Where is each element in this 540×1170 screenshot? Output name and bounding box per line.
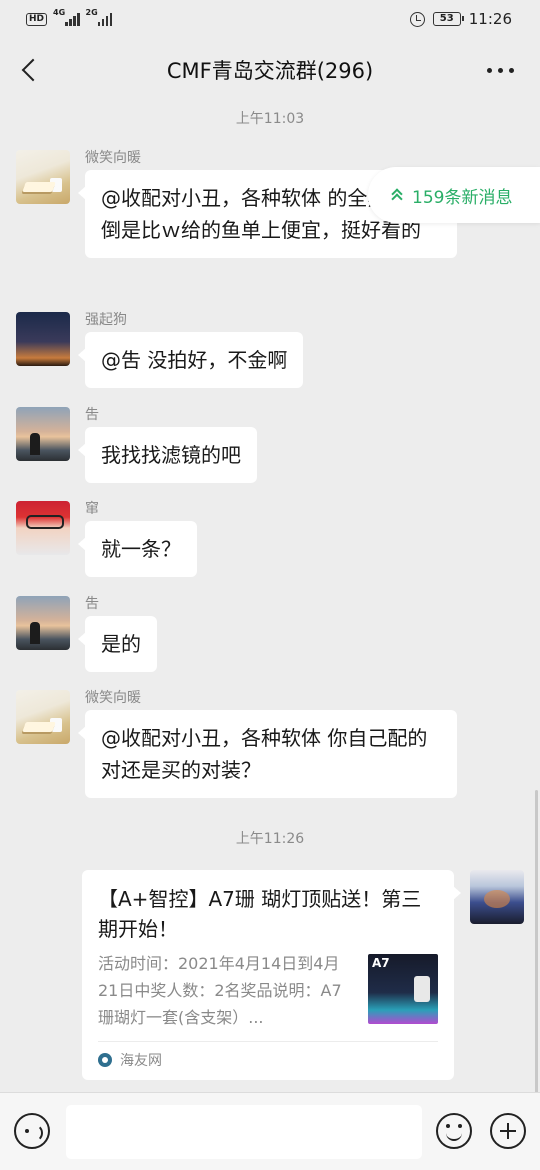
signal-2g-icon: 2G — [86, 8, 113, 26]
battery-icon: 53 — [432, 12, 464, 26]
timestamp: 上午11:03 — [235, 111, 305, 127]
link-card-thumbnail: A7 — [368, 954, 438, 1024]
alarm-icon — [409, 11, 425, 27]
chat-title: CMF青岛交流群(296) — [166, 59, 374, 83]
signal-4g-icon: 4G — [53, 8, 80, 26]
avatar[interactable] — [16, 690, 70, 744]
status-bar: HD 4G 2G 53 11:26 — [0, 0, 540, 38]
scrollbar[interactable] — [535, 790, 538, 1092]
timestamp: 上午11:26 — [235, 831, 305, 847]
message-item-self: 【A+智控】A7珊 瑚灯顶贴送！第三期开始！ 活动时间：2021年4月14日到4… — [82, 870, 524, 1080]
link-card[interactable]: 【A+智控】A7珊 瑚灯顶贴送！第三期开始！ 活动时间：2021年4月14日到4… — [82, 870, 461, 1080]
avatar[interactable] — [16, 312, 70, 366]
emoji-icon[interactable] — [436, 1113, 472, 1149]
source-name: 海友网 — [120, 1053, 162, 1069]
voice-input-icon[interactable] — [14, 1113, 50, 1149]
sender-name: 强起狗 — [85, 312, 127, 328]
message-item: 强起狗 @吿 没拍好，不金啊 — [16, 312, 304, 388]
sender-name: 微笑向暖 — [85, 690, 141, 706]
thumbnail-label: A7 — [372, 956, 390, 970]
sender-name: 吿 — [85, 407, 99, 423]
back-arrow-icon[interactable] — [16, 56, 44, 84]
sender-name: 吿 — [85, 596, 99, 612]
message-input[interactable] — [66, 1105, 422, 1159]
double-chevron-up-icon — [392, 188, 402, 202]
message-bubble[interactable]: 就一条？ — [78, 521, 197, 577]
link-card-title: 【A+智控】A7珊 瑚灯顶贴送！第三期开始！ — [98, 887, 422, 941]
avatar[interactable] — [16, 407, 70, 461]
avatar[interactable] — [16, 150, 70, 204]
chat-header: CMF青岛交流群(296) — [0, 38, 540, 102]
link-card-description: 活动时间：2021年4月14日到4月21日中奖人数：2名奖品说明：A7珊瑚灯一套… — [98, 954, 342, 1027]
avatar[interactable] — [16, 596, 70, 650]
input-bar — [0, 1092, 540, 1170]
new-messages-button[interactable]: 159条新消息 — [368, 167, 540, 223]
message-bubble[interactable]: 我找找滤镜的吧 — [78, 427, 257, 483]
message-bubble[interactable]: 是的 — [78, 616, 157, 672]
message-item: 吿 是的 — [16, 596, 157, 672]
message-bubble[interactable]: @收配对小丑，各种软体 你自己配的对还是买的对装？ — [78, 710, 457, 798]
hd-voice-indicator: HD — [26, 12, 48, 26]
avatar-self[interactable] — [470, 870, 524, 924]
message-item: 微笑向暖 @收配对小丑，各种软体 你自己配的对还是买的对装？ — [16, 690, 457, 798]
message-bubble[interactable]: @吿 没拍好，不金啊 — [77, 332, 304, 388]
clock: 11:26 — [468, 10, 512, 28]
sender-name: 窜 — [85, 501, 99, 517]
plus-icon[interactable] — [490, 1113, 526, 1149]
message-item: 窜 就一条？ — [16, 501, 197, 577]
source-logo-icon — [98, 1053, 112, 1067]
message-item: 吿 我找找滤镜的吧 — [16, 407, 257, 483]
more-options-icon[interactable] — [487, 68, 514, 73]
link-card-source: 海友网 — [98, 1041, 438, 1070]
avatar[interactable] — [16, 501, 70, 555]
new-messages-label: 159条新消息 — [412, 187, 513, 208]
